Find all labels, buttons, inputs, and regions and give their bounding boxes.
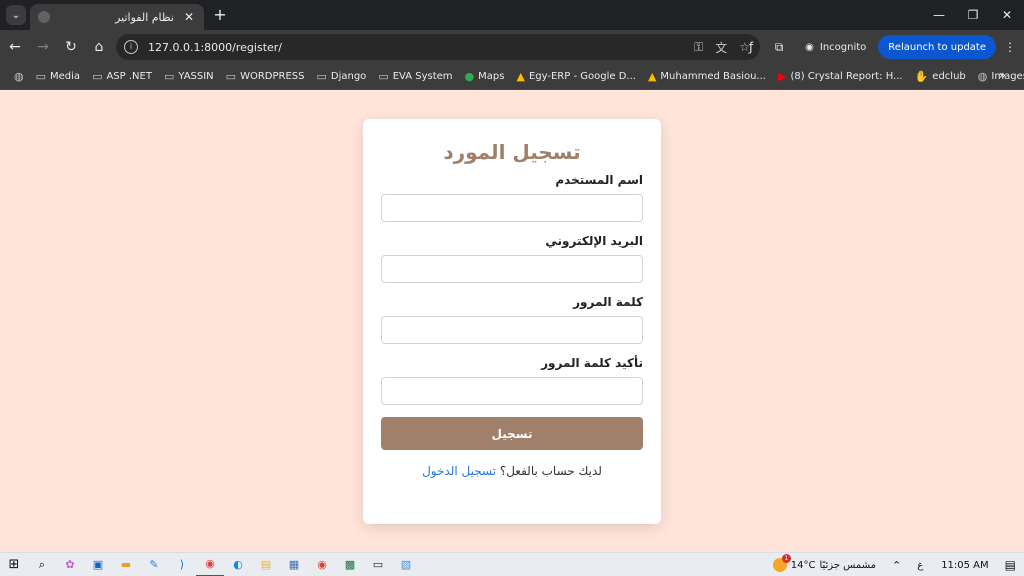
reload-icon[interactable]: ↻	[58, 34, 84, 60]
weather-sun-icon: 1	[772, 554, 791, 572]
system-tray: 1 14°C مشمس جزئيًا ⌃ ع 11:05 AM ▤	[772, 553, 1024, 576]
font-extension-icon[interactable]: ƒ	[737, 33, 765, 61]
login-prompt-text: لديك حساب بالفعل؟	[499, 464, 602, 478]
tab-search-chevron-icon[interactable]: ⌄	[6, 5, 26, 25]
bookmark-maps[interactable]: ● Maps	[459, 70, 511, 83]
folder-icon: ▭	[163, 70, 175, 83]
page-content: تسجيل المورد اسم المستخدم البريد الإلكتر…	[0, 91, 1024, 552]
bookmark-aspnet[interactable]: ▭ ASP .NET	[86, 70, 158, 83]
taskbar-search-icon[interactable]: ⌕	[28, 553, 56, 576]
address-bar[interactable]: i 127.0.0.1:8000/register/ ⚿ 文 ☆	[116, 34, 760, 60]
taskbar-vscode-icon[interactable]: ⟩	[168, 553, 196, 576]
weather-text: مشمس جزئيًا	[819, 559, 876, 571]
drive-icon: ▲	[516, 70, 525, 83]
notifications-icon[interactable]: ▤	[997, 558, 1016, 572]
home-icon[interactable]: ⌂	[86, 34, 112, 60]
taskbar-notepad-icon[interactable]: ▧	[392, 553, 420, 576]
menu-kebab-icon[interactable]: ⋮	[996, 33, 1024, 61]
extensions-puzzle-icon[interactable]: ⧉	[765, 33, 793, 61]
bookmark-eva-system[interactable]: ▭ EVA System	[372, 70, 458, 83]
taskbar-outlook-icon[interactable]: ▣	[84, 553, 112, 576]
bookmarks-overflow-icon[interactable]: »	[999, 68, 1006, 82]
register-card: تسجيل المورد اسم المستخدم البريد الإلكتر…	[363, 119, 661, 524]
register-button[interactable]: تسجيل	[381, 417, 643, 450]
maps-icon: ●	[464, 70, 475, 83]
incognito-icon: ◉	[805, 41, 814, 53]
incognito-label: Incognito	[819, 41, 867, 53]
password-key-icon[interactable]: ⚿	[694, 40, 703, 55]
taskbar-copilot-icon[interactable]: ✿	[56, 553, 84, 576]
login-prompt: لديك حساب بالفعل؟ تسجيل الدخول	[381, 464, 643, 478]
taskbar-edge-icon[interactable]: ◐	[224, 553, 252, 576]
tab-active[interactable]: نظام الفواتير ✕	[30, 4, 204, 30]
login-link[interactable]: تسجيل الدخول	[422, 464, 496, 478]
taskbar-network-icon[interactable]: ▦	[280, 553, 308, 576]
bookmark-media[interactable]: ▭ Media	[30, 70, 86, 83]
tab-title: نظام الفواتير	[115, 10, 174, 24]
weather-badge: 1	[781, 554, 791, 563]
drive-icon: ▲	[647, 70, 657, 83]
taskbar: ⊞ ⌕ ✿ ▣ ▬ ✎ ⟩ ◉ ◐ ▤ ▦ ◉ ▩ ▭ ▧ 1 14°C مشم…	[0, 552, 1024, 576]
tab-close-icon[interactable]: ✕	[182, 10, 196, 24]
translate-icon[interactable]: 文	[715, 39, 727, 56]
url-text[interactable]: 127.0.0.1:8000/register/	[148, 41, 282, 54]
toolbar-right: ƒ ⧉ ◉ Incognito Relaunch to update ⋮	[737, 30, 1024, 64]
folder-icon: ▭	[92, 70, 103, 83]
windows-start-icon[interactable]: ⊞	[0, 553, 28, 576]
browser-toolbar: ← → ↻ ⌂ i 127.0.0.1:8000/register/ ⚿ 文 ☆…	[0, 30, 1024, 64]
bookmark-wordpress[interactable]: ▭ WORDPRESS	[220, 70, 311, 83]
password-label: كلمة المرور	[573, 295, 643, 309]
minimize-icon[interactable]: —	[922, 0, 956, 30]
taskbar-explorer-icon[interactable]: ▬	[112, 553, 140, 576]
clock-time[interactable]: 11:05 AM	[931, 560, 988, 571]
close-window-icon[interactable]: ✕	[990, 0, 1024, 30]
taskbar-chrome-icon[interactable]: ◉	[196, 553, 224, 576]
language-indicator[interactable]: ع	[917, 560, 923, 571]
bookmark-yassin[interactable]: ▭ YASSIN	[158, 70, 220, 83]
taskbar-tool-icon[interactable]: ✎	[140, 553, 168, 576]
page-title: تسجيل المورد	[443, 140, 581, 164]
bookmarks-bar: ◍ ▭ Media ▭ ASP .NET ▭ YASSIN ▭ WORDPRESS ▭ D…	[0, 64, 1024, 90]
globe-icon: ◍	[977, 70, 988, 83]
bookmark-egy-erp[interactable]: ▲ Egy-ERP - Google D...	[511, 70, 642, 83]
youtube-icon: ▶	[777, 70, 787, 83]
confirm-password-input[interactable]	[381, 377, 643, 405]
incognito-indicator[interactable]: ◉ Incognito	[797, 35, 874, 59]
edclub-icon: ✋	[914, 70, 929, 83]
tab-favicon-icon	[38, 11, 50, 23]
bookmark-edclub[interactable]: ✋ edclub	[909, 70, 972, 83]
confirm-password-label: تأكيد كلمة المرور	[541, 356, 643, 370]
taskbar-notes-icon[interactable]: ▤	[252, 553, 280, 576]
bookmark-muhammed[interactable]: ▲ Muhammed Basiou...	[642, 70, 772, 83]
email-label: البريد الإلكتروني	[545, 234, 643, 248]
username-input[interactable]	[381, 194, 643, 222]
window-controls: — ❐ ✕	[922, 0, 1024, 30]
taskbar-chrome-2-icon[interactable]: ◉	[308, 553, 336, 576]
new-tab-plus-icon[interactable]: +	[212, 5, 228, 25]
folder-icon: ▭	[35, 70, 47, 83]
weather-temp: 14°C	[790, 559, 816, 571]
username-label: اسم المستخدم	[555, 173, 643, 187]
folder-icon: ▭	[316, 70, 327, 83]
taskbar-terminal-icon[interactable]: ▭	[364, 553, 392, 576]
bookmark-crystal-report[interactable]: ▶ (8) Crystal Report: H...	[772, 70, 909, 83]
password-input[interactable]	[381, 316, 643, 344]
tab-strip: ⌄ نظام الفواتير ✕ + — ❐ ✕	[0, 0, 1024, 30]
site-info-icon[interactable]: i	[124, 40, 138, 54]
tray-chevron-up-icon[interactable]: ⌃	[884, 559, 909, 572]
weather-widget[interactable]: 1 14°C مشمس جزئيًا	[772, 554, 876, 572]
restore-icon[interactable]: ❐	[956, 0, 990, 30]
relaunch-button[interactable]: Relaunch to update	[878, 35, 996, 59]
bookmarks-globe-icon[interactable]: ◍	[8, 70, 30, 83]
email-input[interactable]	[381, 255, 643, 283]
folder-icon: ▭	[378, 70, 389, 83]
folder-icon: ▭	[225, 70, 237, 83]
taskbar-excel-icon[interactable]: ▩	[336, 553, 364, 576]
back-arrow-icon[interactable]: ←	[2, 34, 28, 60]
forward-arrow-icon[interactable]: →	[30, 34, 56, 60]
bookmark-django[interactable]: ▭ Django	[310, 70, 372, 83]
